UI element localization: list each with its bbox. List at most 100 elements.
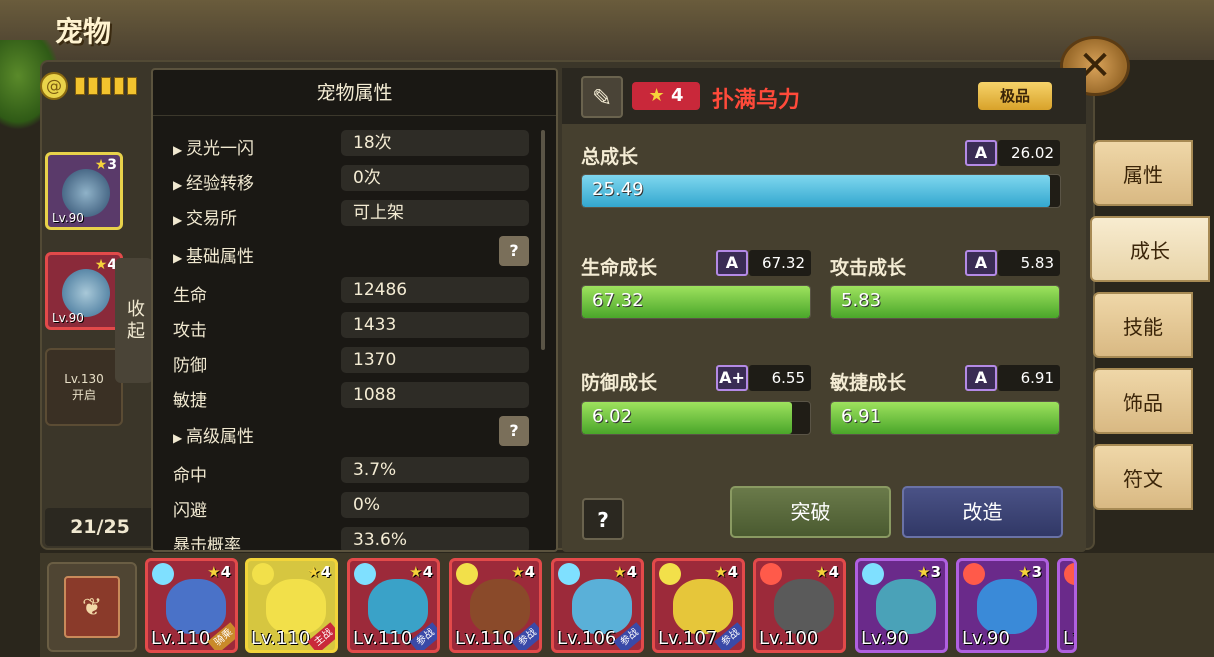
- bar-fill: [582, 175, 1051, 207]
- pet-portrait: [368, 579, 428, 634]
- page-title: 宠物: [55, 15, 112, 48]
- reform-button[interactable]: 改造: [902, 486, 1063, 538]
- attr-row: 闪避 0%: [153, 492, 543, 521]
- def-growth-bar: 6.02: [581, 401, 811, 435]
- pet-card[interactable]: ★4 Lv.110 主战: [245, 558, 338, 653]
- advanced-attr-header[interactable]: 高级属性 ?: [153, 416, 543, 447]
- pet-stars: ★4: [94, 257, 117, 273]
- attr-label: 闪避: [173, 501, 207, 521]
- pet-card[interactable]: ★3 Lv.90: [855, 558, 948, 653]
- grade-badge: A: [965, 140, 997, 166]
- pet-portrait: [470, 579, 530, 634]
- pet-stars: ★4: [307, 563, 331, 581]
- quality-badge: 极品: [978, 82, 1052, 110]
- pet-slot-1[interactable]: ★3 Lv.90: [45, 152, 123, 230]
- grade-value: 67.32: [749, 250, 811, 276]
- agi-growth-bar: 6.91: [830, 401, 1060, 435]
- pet-card[interactable]: ★4 Lv.100: [753, 558, 846, 653]
- element-icon: [659, 563, 681, 585]
- element-icon: [760, 563, 782, 585]
- tab-skills[interactable]: 技能: [1093, 292, 1193, 358]
- pet-stars: ★3: [1018, 563, 1042, 581]
- rename-button[interactable]: ✎: [581, 76, 623, 118]
- attr-label: 攻击: [173, 321, 207, 341]
- collapse-button[interactable]: 收起: [115, 258, 153, 383]
- help-button[interactable]: ?: [499, 416, 529, 446]
- def-growth-label: 防御成长: [581, 372, 658, 394]
- element-icon: [1064, 563, 1074, 585]
- pet-card[interactable]: ★4 Lv.110 参战: [449, 558, 542, 653]
- attr-row: 命中 3.7%: [153, 457, 543, 486]
- pet-stars: ★4: [511, 563, 535, 581]
- bar-value: 25.49: [592, 179, 644, 200]
- attr-value: 1088: [341, 382, 529, 408]
- pet-card[interactable]: ★4 Lv.107 参战: [652, 558, 745, 653]
- attr-value: 1370: [341, 347, 529, 373]
- pet-card[interactable]: ★4 Lv.110 骑乘: [145, 558, 238, 653]
- pet-portrait: [673, 579, 733, 634]
- unlock-label: 开启: [71, 387, 96, 402]
- pet-stars: ★4: [207, 563, 231, 581]
- tab-accessories[interactable]: 饰品: [1093, 368, 1193, 434]
- pet-card[interactable]: ★4 Lv.110 参战: [347, 558, 440, 653]
- star-icon: ★: [648, 85, 665, 106]
- hp-growth-bar: 67.32: [581, 285, 811, 319]
- pet-card[interactable]: ★3 Lv.90: [956, 558, 1049, 653]
- attr-row: 生命 12486: [153, 277, 543, 306]
- section-label: 高级属性: [173, 422, 254, 447]
- attr-value: 0次: [341, 165, 529, 191]
- star-icon: ★: [511, 563, 525, 581]
- attr-row: 暴击概率 33.6%: [153, 527, 543, 550]
- star-icon: ★: [94, 257, 108, 273]
- basic-attr-header[interactable]: 基础属性 ?: [153, 236, 543, 267]
- bar-value: 5.83: [841, 290, 882, 311]
- grade-badge: A+: [716, 365, 748, 391]
- pet-handbook-button[interactable]: ❦: [47, 562, 137, 652]
- pet-level: Lv.107: [658, 628, 718, 649]
- pet-level: Lv.106: [557, 628, 617, 649]
- pencil-icon: ✎: [591, 84, 613, 112]
- help-button[interactable]: ?: [499, 236, 529, 266]
- star-icon: ★: [917, 563, 931, 581]
- attr-label: 命中: [173, 466, 207, 486]
- attr-value: 3.7%: [341, 457, 529, 483]
- pet-stars: ★4: [613, 563, 637, 581]
- pet-portrait: [774, 579, 834, 634]
- breakthrough-button[interactable]: 突破: [730, 486, 891, 538]
- pet-card[interactable]: ★4 Lv.106 参战: [551, 558, 644, 653]
- grade-value: 6.91: [998, 365, 1060, 391]
- locked-slot[interactable]: Lv.130 开启: [45, 348, 123, 426]
- pet-card[interactable]: Lv.: [1057, 558, 1077, 653]
- attr-value: 12486: [341, 277, 529, 303]
- attr-row: 交易所 可上架: [153, 200, 543, 229]
- tab-attributes[interactable]: 属性: [1093, 140, 1193, 206]
- tab-runes[interactable]: 符文: [1093, 444, 1193, 510]
- pet-slot-2[interactable]: ★4 Lv.90: [45, 252, 123, 330]
- swirl-icon: @: [40, 72, 68, 100]
- hp-growth-label: 生命成长: [581, 257, 658, 279]
- star-badge: ★ 4: [632, 82, 700, 110]
- help-button[interactable]: ?: [582, 498, 624, 540]
- atk-growth-label: 攻击成长: [830, 257, 907, 279]
- attr-value: 0%: [341, 492, 529, 518]
- pet-level: Lv.110: [353, 628, 413, 649]
- atk-growth-bar: 5.83: [830, 285, 1060, 319]
- pet-level: Lv.: [1063, 628, 1074, 649]
- grade-badge: A: [965, 365, 997, 391]
- unlock-level: Lv.130: [64, 371, 104, 386]
- tab-growth[interactable]: 成长: [1090, 216, 1210, 282]
- pet-stars: ★3: [917, 563, 941, 581]
- pet-portrait: [977, 579, 1037, 634]
- pet-stars: ★4: [815, 563, 839, 581]
- section-label: 基础属性: [173, 242, 254, 267]
- star-icon: ★: [714, 563, 728, 581]
- total-growth-label: 总成长: [581, 146, 639, 168]
- pet-level: Lv.90: [52, 211, 84, 225]
- attr-row: 灵光一闪 18次: [153, 130, 543, 159]
- pet-portrait: [166, 579, 226, 634]
- grade-value: 26.02: [998, 140, 1060, 166]
- energy-pip: [114, 77, 124, 95]
- attr-label: 灵光一闪: [173, 134, 254, 159]
- attribute-panel-title: 宠物属性: [153, 70, 556, 116]
- grade-value: 5.83: [998, 250, 1060, 276]
